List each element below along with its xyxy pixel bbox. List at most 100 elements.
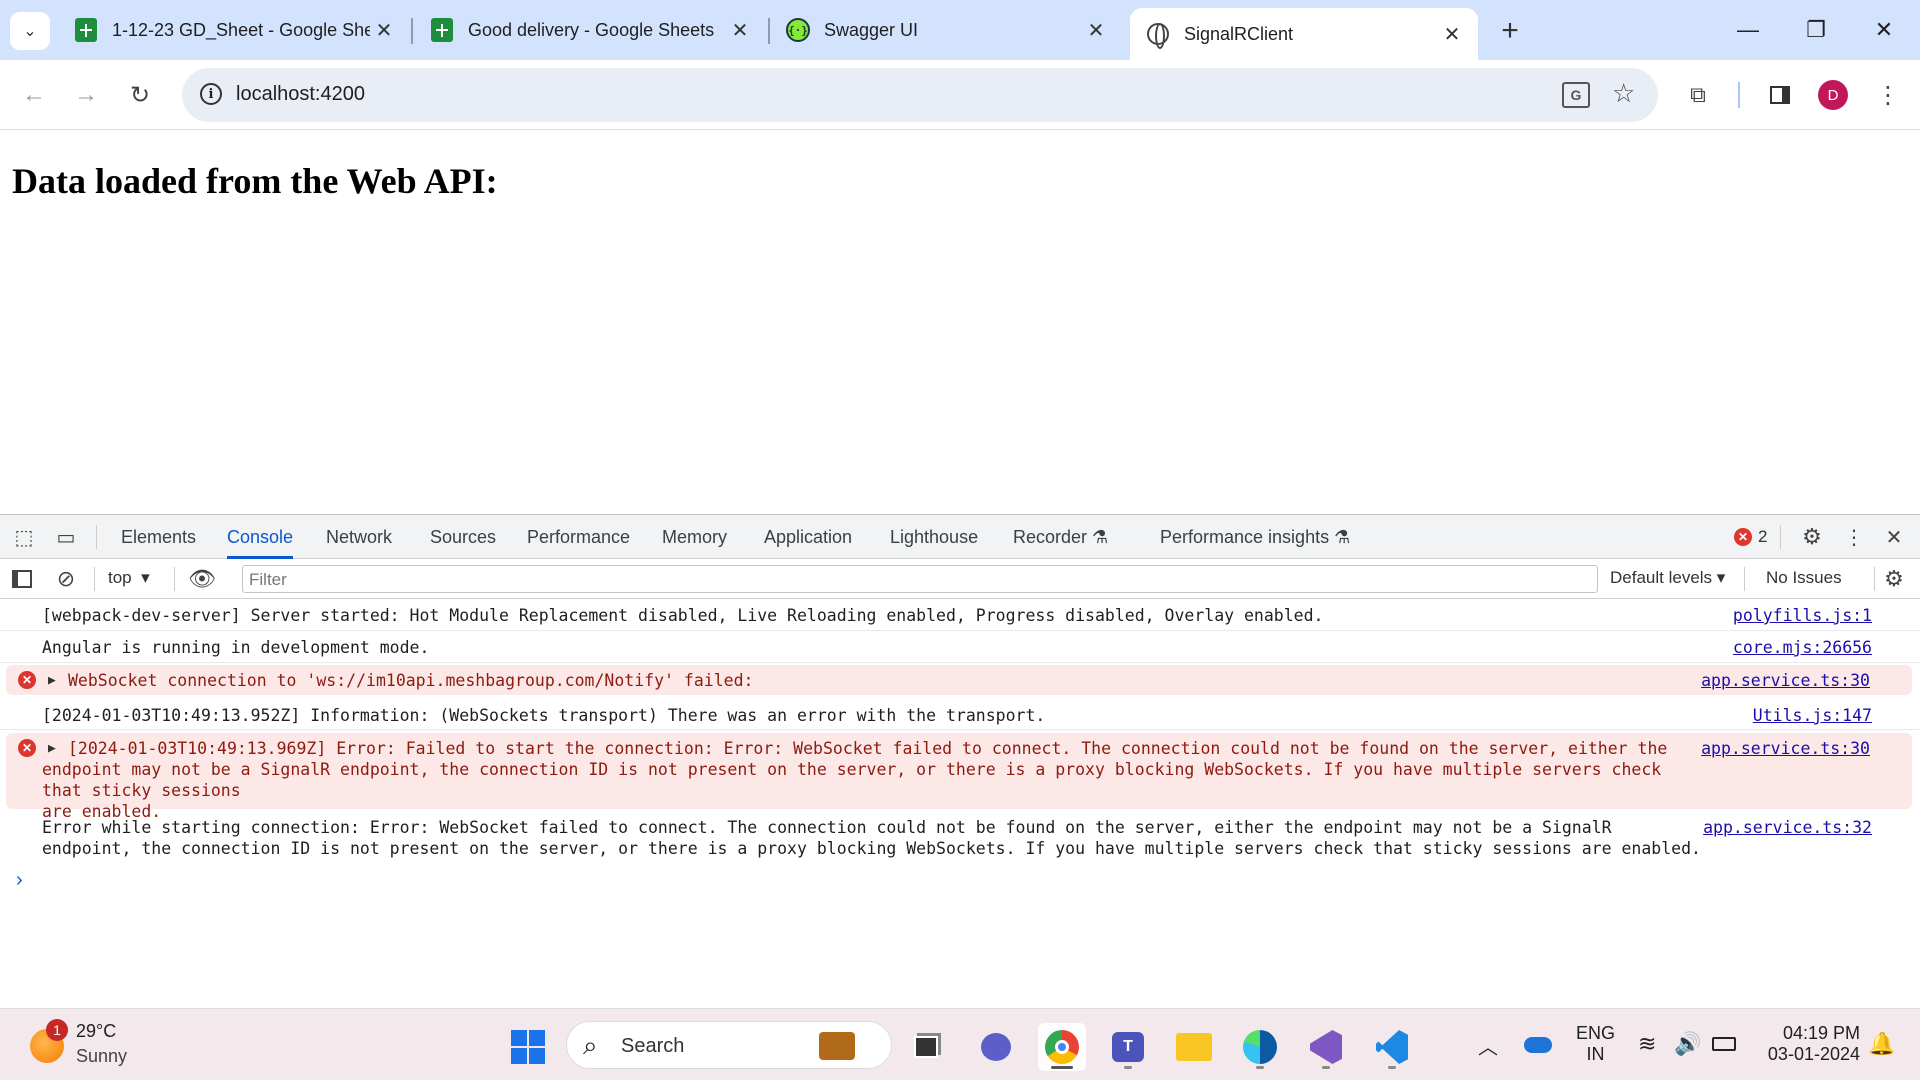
browser-tab[interactable]: Good delivery - Google Sheets ✕: [414, 8, 766, 52]
taskbar-app-chrome[interactable]: [1038, 1023, 1086, 1071]
wifi-icon[interactable]: ≋: [1638, 1031, 1656, 1057]
swagger-icon: {·}: [786, 18, 810, 42]
weather-temperature[interactable]: 29°C: [76, 1021, 116, 1042]
start-button[interactable]: [504, 1023, 552, 1071]
side-panel-button[interactable]: [1758, 73, 1802, 117]
browser-tab[interactable]: 1-12-23 GD_Sheet - Google She ✕: [58, 8, 410, 52]
devtools-menu-icon[interactable]: ⋮: [1840, 523, 1868, 551]
site-info-icon[interactable]: i: [200, 83, 222, 105]
eye-icon[interactable]: 👁: [188, 565, 216, 593]
back-button[interactable]: ←: [12, 73, 56, 117]
tab-console[interactable]: Console: [227, 515, 294, 559]
google-sheets-icon: [74, 18, 98, 42]
console-source-link[interactable]: app.service.ts:32: [1703, 817, 1872, 838]
volume-icon[interactable]: 🔊: [1674, 1031, 1701, 1057]
puzzle-icon: ⧉: [1690, 82, 1706, 107]
close-tab-icon[interactable]: ✕: [1082, 16, 1110, 44]
weather-description[interactable]: Sunny: [76, 1046, 127, 1067]
console-source-link[interactable]: app.service.ts:30: [1701, 738, 1870, 759]
close-window-button[interactable]: ✕: [1854, 10, 1914, 50]
tab-recorder-label: Recorder: [1013, 527, 1088, 547]
devtools-close-icon[interactable]: ✕: [1880, 523, 1908, 551]
dropdown-arrow-icon: ▾: [141, 568, 150, 587]
taskbar-search[interactable]: ⌕ Search: [566, 1021, 892, 1069]
tab-sources[interactable]: Sources: [430, 515, 496, 559]
log-levels-dropdown[interactable]: Default levels ▾: [1610, 568, 1725, 588]
tab-performance-insights[interactable]: Performance insights ⚗: [1160, 515, 1350, 559]
tab-performance[interactable]: Performance: [527, 515, 630, 559]
issues-counter[interactable]: No Issues: [1766, 568, 1842, 588]
taskbar-app-file-explorer[interactable]: [1170, 1023, 1218, 1071]
tab-recorder[interactable]: Recorder ⚗: [1013, 515, 1108, 559]
tab-title: Good delivery - Google Sheets: [468, 19, 715, 40]
sidebar-toggle-icon[interactable]: [8, 565, 36, 593]
globe-icon: [1146, 22, 1170, 49]
taskbar-app-meet[interactable]: [972, 1023, 1020, 1071]
chrome-icon: [1045, 1030, 1079, 1064]
browser-tab[interactable]: {·} Swagger UI ✕: [770, 8, 1122, 52]
console-settings-icon[interactable]: ⚙: [1880, 565, 1908, 593]
extensions-button[interactable]: ⧉: [1676, 73, 1720, 117]
tab-application[interactable]: Application: [764, 515, 852, 559]
clock[interactable]: 04:19 PM 03-01-2024: [1760, 1023, 1860, 1065]
tab-lighthouse[interactable]: Lighthouse: [890, 515, 978, 559]
reload-button[interactable]: ↻: [118, 73, 162, 117]
kebab-menu-icon: ⋮: [1876, 81, 1900, 109]
tab-search-button[interactable]: ⌄: [10, 12, 50, 50]
console-source-link[interactable]: app.service.ts:30: [1701, 670, 1870, 691]
new-tab-button[interactable]: +: [1490, 12, 1530, 50]
close-tab-icon[interactable]: ✕: [726, 16, 754, 44]
browser-menu-button[interactable]: ⋮: [1866, 73, 1910, 117]
console-source-link[interactable]: Utils.js:147: [1753, 705, 1872, 726]
bookmark-star-icon[interactable]: ☆: [1612, 78, 1635, 109]
language-indicator[interactable]: ENG IN: [1576, 1023, 1615, 1065]
minimize-button[interactable]: —: [1718, 10, 1778, 50]
url-text[interactable]: localhost:4200: [236, 83, 365, 106]
arrow-left-icon: ←: [22, 81, 46, 108]
error-counter[interactable]: ✕ 2: [1734, 527, 1767, 547]
console-source-link[interactable]: core.mjs:26656: [1733, 637, 1872, 658]
clock-time: 04:19 PM: [1782, 1023, 1860, 1043]
edge-icon: [1243, 1030, 1277, 1064]
address-bar[interactable]: i localhost:4200 G ☆: [182, 68, 1658, 122]
taskbar-app-visual-studio[interactable]: [1302, 1023, 1350, 1071]
taskbar-app-vscode[interactable]: [1368, 1023, 1416, 1071]
taskbar-app-teams[interactable]: T: [1104, 1023, 1152, 1071]
device-toolbar-icon[interactable]: ▭: [52, 523, 80, 551]
profile-avatar[interactable]: D: [1818, 80, 1848, 110]
tab-title: 1-12-23 GD_Sheet - Google She: [112, 19, 370, 40]
translate-icon[interactable]: G: [1562, 82, 1590, 108]
devtools-panel: ⬚ ▭ Elements Console Network Sources Per…: [0, 514, 1920, 1008]
error-icon: ✕: [18, 671, 36, 689]
expand-triangle-icon[interactable]: ▶: [48, 670, 56, 691]
flask-icon: ⚗: [1092, 527, 1109, 547]
teams-icon: T: [1112, 1032, 1144, 1062]
context-selector[interactable]: top ▾: [108, 568, 150, 588]
console-message: Error while starting connection: Error: …: [0, 813, 1920, 863]
show-hidden-icons[interactable]: ︿: [1478, 1031, 1498, 1060]
console-error: ✕ ▶ [2024-01-03T10:49:13.969Z] Error: Fa…: [6, 733, 1912, 821]
browser-tab-active[interactable]: SignalRClient ✕: [1130, 8, 1478, 60]
taskbar-app-task-view[interactable]: [902, 1023, 950, 1071]
inspect-element-icon[interactable]: ⬚: [10, 523, 38, 551]
devtools-settings-icon[interactable]: ⚙: [1798, 523, 1826, 551]
arrow-right-icon: →: [74, 81, 98, 108]
onedrive-icon[interactable]: [1524, 1037, 1552, 1053]
console-prompt[interactable]: ›: [16, 869, 23, 892]
forward-button[interactable]: →: [64, 73, 108, 117]
console-message-text: Angular is running in development mode.: [42, 638, 430, 657]
console-filter-input[interactable]: Filter: [242, 565, 1598, 593]
battery-icon[interactable]: [1712, 1037, 1736, 1051]
divider: [94, 567, 95, 591]
console-source-link[interactable]: polyfills.js:1: [1733, 605, 1872, 626]
tab-elements[interactable]: Elements: [121, 515, 196, 559]
tab-network[interactable]: Network: [326, 515, 392, 559]
close-tab-icon[interactable]: ✕: [370, 16, 398, 44]
close-tab-icon[interactable]: ✕: [1438, 20, 1466, 48]
restore-button[interactable]: ❐: [1786, 10, 1846, 50]
page-heading: Data loaded from the Web API:: [12, 161, 498, 201]
clear-console-icon[interactable]: ⊘: [52, 565, 80, 593]
notification-bell-icon[interactable]: 🔔: [1868, 1031, 1895, 1057]
tab-memory[interactable]: Memory: [662, 515, 727, 559]
taskbar-app-edge[interactable]: [1236, 1023, 1284, 1071]
